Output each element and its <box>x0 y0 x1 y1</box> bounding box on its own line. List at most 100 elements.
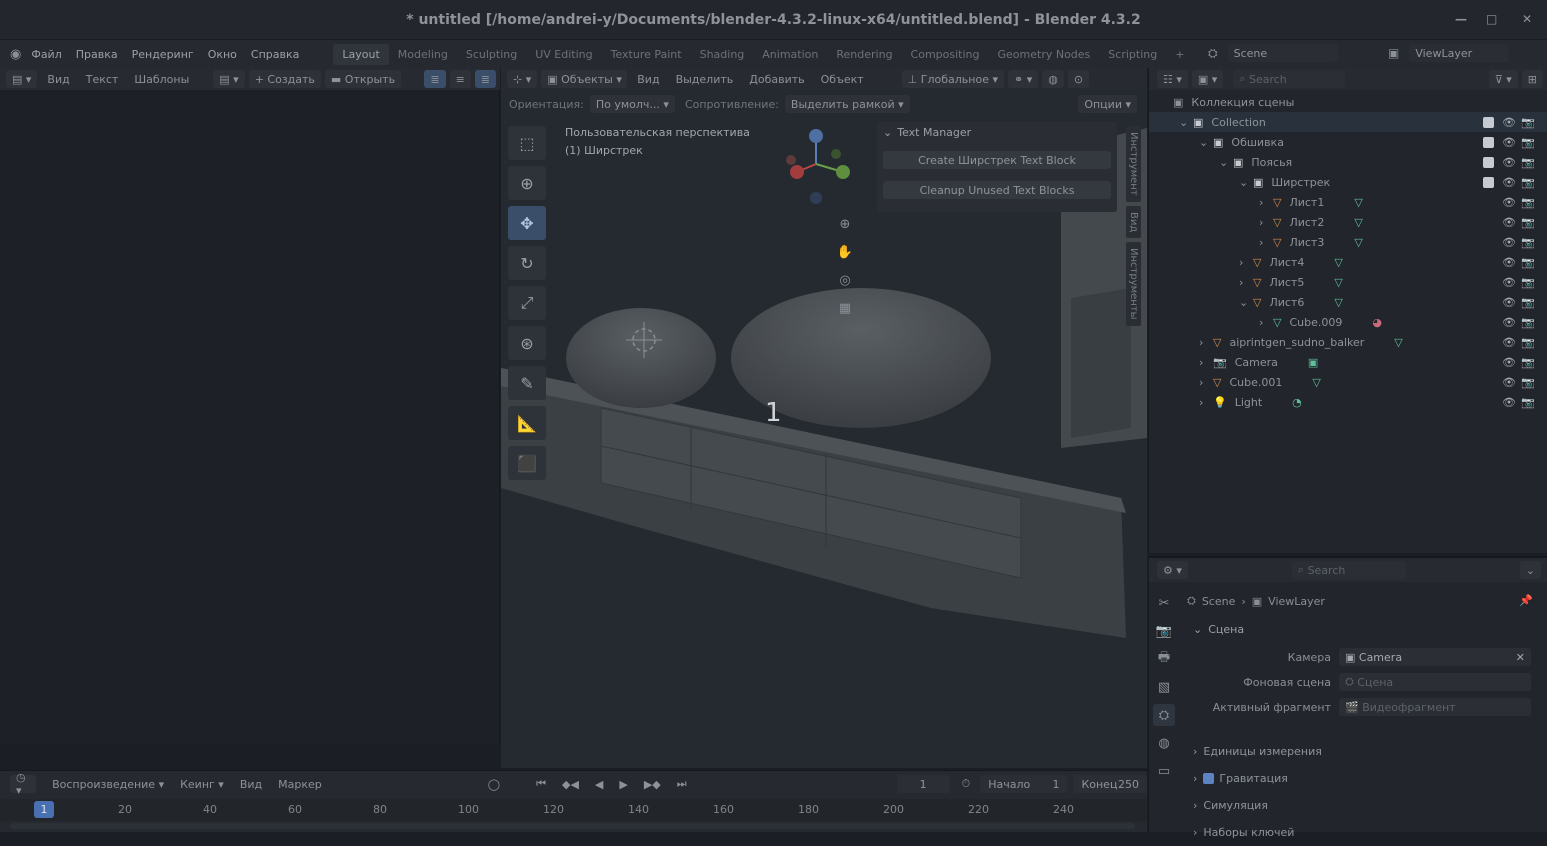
display-mode-icon[interactable]: ▣ ▾ <box>1191 70 1224 88</box>
render-camera-icon[interactable]: 📷 <box>1521 336 1535 349</box>
options-dropdown[interactable]: Опции ▾ <box>1078 95 1137 113</box>
pin-icon[interactable]: 📌 <box>1519 594 1533 607</box>
render-camera-icon[interactable]: 📷 <box>1521 236 1535 249</box>
outliner-root-row[interactable]: ▣ Коллекция сцены <box>1149 92 1547 112</box>
render-camera-icon[interactable]: 📷 <box>1521 396 1535 409</box>
clear-field-icon[interactable]: ✕ <box>1516 651 1525 664</box>
world-tab-icon[interactable]: ◍ <box>1153 732 1175 754</box>
visibility-eye-icon[interactable]: 👁 <box>1502 216 1516 229</box>
viewlayer-name[interactable]: ViewLayer <box>1409 44 1510 62</box>
object-data-icon[interactable]: ▽ <box>1354 196 1362 209</box>
timeline-menu-view[interactable]: Вид <box>234 775 268 793</box>
tab-shading[interactable]: Shading <box>691 44 754 65</box>
cleanup-text-blocks-button[interactable]: Cleanup Unused Text Blocks <box>883 181 1111 199</box>
tab-rendering[interactable]: Rendering <box>827 44 901 65</box>
select-box-icon[interactable]: ⬚ <box>508 126 546 160</box>
jump-keyframe-forward-icon[interactable]: ▶◆ <box>638 775 667 793</box>
outliner-row[interactable]: ⌄ ▽ Лист6 ▽ 👁 📷 <box>1149 292 1547 312</box>
outliner-row[interactable]: › ▽ Лист1 ▽ 👁 📷 <box>1149 192 1547 212</box>
object-data-icon[interactable]: ▽ <box>1334 296 1342 309</box>
tab-view[interactable]: Вид <box>1126 205 1141 238</box>
add-workspace-icon[interactable]: + <box>1166 44 1193 65</box>
outliner-row[interactable]: › ▽ Cube.001 ▽ 👁 📷 <box>1149 372 1547 392</box>
vp-menu-object[interactable]: Объект <box>815 70 870 88</box>
text-menu-templates[interactable]: Шаблоны <box>128 70 195 88</box>
chevron-right-icon[interactable]: › <box>1199 396 1207 409</box>
view-layer-tab-icon[interactable]: ▧ <box>1153 676 1175 698</box>
outliner-editor-type-icon[interactable]: ☷ ▾ <box>1157 70 1188 88</box>
outliner-row[interactable]: › ▽ Лист3 ▽ 👁 📷 <box>1149 232 1547 252</box>
chevron-down-icon[interactable]: ⌄ <box>1219 156 1228 169</box>
tab-modeling[interactable]: Modeling <box>389 44 457 65</box>
scene-selector[interactable]: ⛭ Scene <box>1208 44 1338 62</box>
properties-editor-type-icon[interactable]: ⚙ ▾ <box>1157 561 1188 579</box>
current-frame-field[interactable]: 1 <box>896 775 950 793</box>
menu-window[interactable]: Окно <box>208 48 237 61</box>
exclude-checkbox[interactable] <box>1483 136 1494 148</box>
render-camera-icon[interactable]: 📷 <box>1521 196 1535 209</box>
line-numbers-toggle-icon[interactable]: ≣ <box>424 70 446 88</box>
tab-scripting[interactable]: Scripting <box>1099 44 1166 65</box>
gravity-checkbox[interactable] <box>1203 773 1215 784</box>
tab-geometry-nodes[interactable]: Geometry Nodes <box>989 44 1100 65</box>
outliner-row[interactable]: › ▽ aiprintgen_sudno_balker ▽ 👁 📷 <box>1149 332 1547 352</box>
object-data-icon[interactable]: ◔ <box>1292 396 1302 409</box>
editor-type-icon[interactable]: ▤ ▾ <box>6 70 38 88</box>
chevron-right-icon[interactable]: › <box>1199 376 1207 389</box>
rotate-tool-icon[interactable]: ↻ <box>508 246 546 280</box>
cursor-tool-icon[interactable]: ⊕ <box>508 166 546 200</box>
vp-menu-add[interactable]: Добавить <box>743 70 810 88</box>
timeline-editor-type-icon[interactable]: ◷ ▾ <box>10 771 37 797</box>
move-tool-icon[interactable]: ✥ <box>508 206 546 240</box>
object-data-icon[interactable]: ▽ <box>1394 336 1402 349</box>
tab-layout[interactable]: Layout <box>333 43 389 65</box>
properties-search-input[interactable]: ⌕ Search <box>1291 561 1406 579</box>
tab-tools[interactable]: Инструменты <box>1126 241 1141 326</box>
output-tab-icon[interactable]: 🖶 <box>1153 648 1175 670</box>
object-data-icon[interactable]: ▣ <box>1308 356 1318 369</box>
chevron-right-icon[interactable]: › <box>1259 196 1267 209</box>
pivot-icon[interactable]: ⚭ ▾ <box>1008 70 1039 88</box>
camera-view-icon[interactable]: ◎ <box>834 269 856 291</box>
outliner-row[interactable]: ⌄ ▣ Collection 👁 📷 <box>1149 112 1547 132</box>
keying-menu[interactable]: Кеинг ▾ <box>174 775 230 793</box>
material-icon[interactable]: ◕ <box>1372 316 1382 329</box>
chevron-right-icon[interactable]: › <box>1259 316 1267 329</box>
chevron-right-icon[interactable]: › <box>1259 236 1267 249</box>
start-frame-field[interactable]: Начало 1 <box>980 775 1068 793</box>
background-scene-field[interactable]: ⛭ Сцена <box>1339 673 1531 691</box>
add-cube-tool-icon[interactable]: ⬛ <box>508 446 546 480</box>
open-text-button[interactable]: ▬ Открыть <box>324 70 402 88</box>
vp-menu-select[interactable]: Выделить <box>670 70 740 88</box>
tool-tab-icon[interactable]: ✂ <box>1153 592 1175 614</box>
preview-range-icon[interactable]: ⏱ <box>956 775 977 793</box>
3d-viewport[interactable]: Пользовательская перспектива (1) Ширстре… <box>501 68 1147 768</box>
mode-dropdown[interactable]: ▣ Объекты ▾ <box>541 70 628 88</box>
outliner-search-input[interactable]: ⌕ Search <box>1233 70 1346 88</box>
transform-tool-icon[interactable]: ⊛ <box>508 326 546 360</box>
object-data-icon[interactable]: ▽ <box>1334 256 1342 269</box>
text-editor-area[interactable] <box>0 68 500 744</box>
jump-start-icon[interactable]: ⏮ <box>530 775 552 793</box>
render-tab-icon[interactable]: 📷 <box>1153 620 1175 642</box>
chevron-right-icon[interactable]: › <box>1199 356 1207 369</box>
text-menu-view[interactable]: Вид <box>41 70 75 88</box>
scene-tab-icon[interactable]: ⛭ <box>1153 704 1175 726</box>
properties-options-icon[interactable]: ⌄ <box>1519 561 1541 579</box>
proportional-edit-icon[interactable]: ⊙ <box>1067 70 1090 88</box>
visibility-eye-icon[interactable]: 👁 <box>1502 256 1516 269</box>
chevron-down-icon[interactable]: ⌄ <box>1239 176 1248 189</box>
tab-compositing[interactable]: Compositing <box>902 44 989 65</box>
exclude-checkbox[interactable] <box>1483 176 1494 188</box>
end-frame-field[interactable]: Конец 250 <box>1073 775 1147 793</box>
outliner-row[interactable]: ⌄ ▣ Обшивка 👁 📷 <box>1149 132 1547 152</box>
chevron-down-icon[interactable]: ⌄ <box>1239 296 1248 309</box>
units-panel-header[interactable]: › Единицы измерения <box>1193 738 1533 765</box>
render-camera-icon[interactable]: 📷 <box>1521 376 1535 389</box>
menu-file[interactable]: Файл <box>31 48 61 61</box>
outliner-row[interactable]: › 📷 Camera ▣ 👁 📷 <box>1149 352 1547 372</box>
render-camera-icon[interactable]: 📷 <box>1521 136 1535 149</box>
scene-name[interactable]: Scene <box>1227 44 1338 62</box>
timeline-menu-marker[interactable]: Маркер <box>272 775 328 793</box>
render-camera-icon[interactable]: 📷 <box>1521 356 1535 369</box>
